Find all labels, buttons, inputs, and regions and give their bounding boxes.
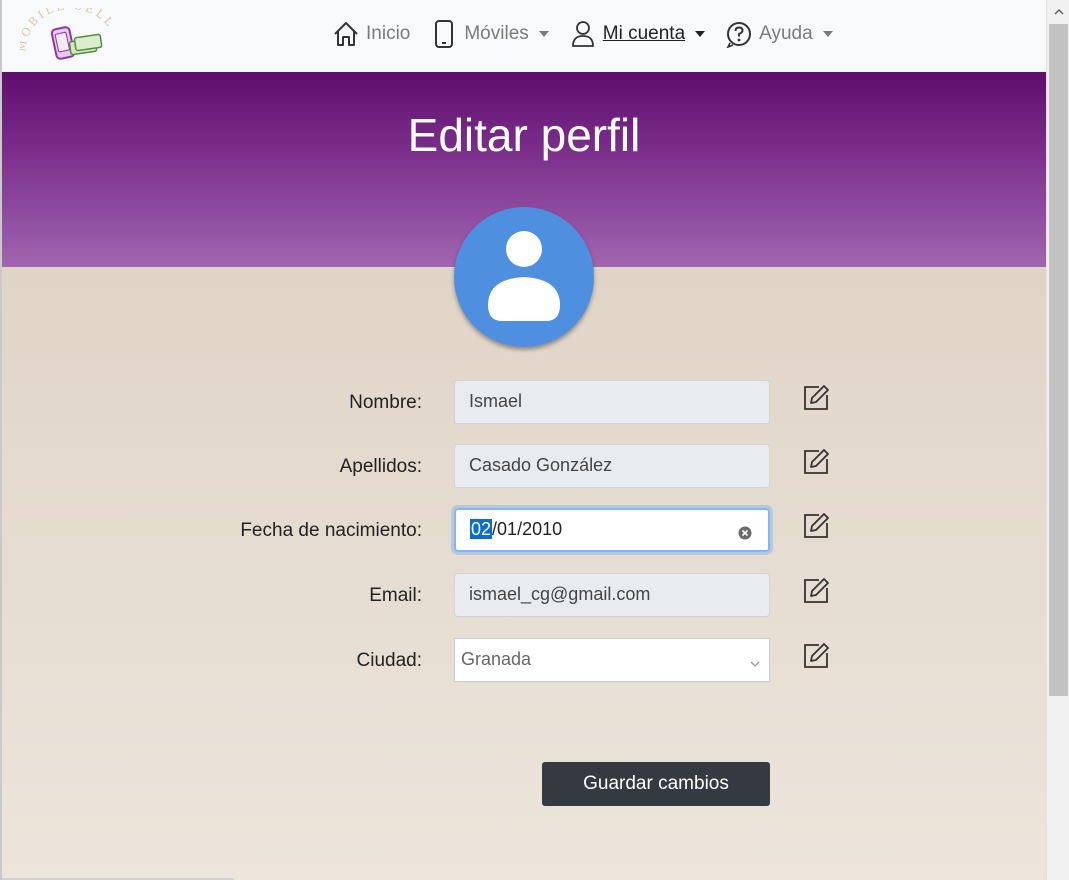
nav-item-moviles[interactable]: Móviles: [430, 19, 549, 49]
ciudad-label: Ciudad:: [356, 650, 423, 671]
vertical-scrollbar[interactable]: [1046, 0, 1069, 880]
chevron-down-icon: [822, 31, 833, 37]
nav-label-inicio: Inicio: [366, 23, 411, 44]
edit-icon[interactable]: [802, 512, 830, 540]
nav-item-inicio[interactable]: Inicio: [332, 19, 410, 49]
date-year-segment[interactable]: 2010: [522, 519, 562, 539]
fecha-label: Fecha de nacimiento:: [240, 520, 422, 541]
chevron-down-icon: [695, 31, 706, 37]
form-row-email: Email: ismael_cg@gmail.com: [2, 573, 1046, 619]
smartphone-icon: [430, 19, 458, 49]
nav-label-mi-cuenta: Mi cuenta: [602, 23, 686, 44]
chevron-down-icon: [538, 31, 549, 37]
ciudad-selected-value: Granada: [461, 649, 532, 669]
nombre-field[interactable]: Ismael: [454, 380, 770, 424]
edit-icon[interactable]: [802, 384, 830, 412]
question-circle-icon: [725, 19, 753, 49]
user-silhouette-icon: [488, 231, 560, 321]
date-day-segment[interactable]: 02: [470, 519, 493, 539]
main-nav: Inicio Móviles Mi cuenta Ayuda: [332, 19, 853, 49]
nav-label-moviles: Móviles: [464, 23, 529, 44]
person-icon: [569, 19, 597, 49]
avatar: [454, 207, 594, 347]
form-row-apellidos: Apellidos: Casado González: [2, 444, 1046, 490]
house-icon: [332, 19, 360, 49]
form-row-nombre: Nombre: Ismael: [2, 380, 1046, 426]
page-title: Editar perfil: [407, 109, 641, 161]
ciudad-select[interactable]: Granada: [454, 638, 770, 682]
form-row-fecha: Fecha de nacimiento: 02/01/2010: [2, 508, 1046, 554]
scroll-up-arrow-icon[interactable]: [1047, 0, 1069, 23]
scrollbar-thumb[interactable]: [1049, 24, 1068, 696]
email-label: Email:: [369, 585, 422, 606]
apellidos-field[interactable]: Casado González: [454, 444, 770, 488]
edit-icon[interactable]: [802, 642, 830, 670]
browser-viewport: MOBILE SELL Inicio Móviles: [0, 0, 1046, 880]
date-month-segment[interactable]: 01: [497, 519, 517, 539]
chevron-down-icon: [749, 654, 761, 667]
nav-item-mi-cuenta[interactable]: Mi cuenta: [569, 19, 706, 49]
brand-logo[interactable]: MOBILE SELL: [15, 0, 120, 66]
save-button[interactable]: Guardar cambios: [542, 762, 770, 806]
form-row-ciudad: Ciudad: Granada: [2, 638, 1046, 684]
birthdate-field[interactable]: 02/01/2010: [454, 508, 770, 552]
nav-label-ayuda: Ayuda: [759, 23, 813, 44]
email-field[interactable]: ismael_cg@gmail.com: [454, 573, 770, 617]
clear-icon[interactable]: [738, 524, 752, 540]
apellidos-label: Apellidos:: [339, 456, 422, 477]
edit-icon[interactable]: [802, 448, 830, 476]
nav-item-ayuda[interactable]: Ayuda: [725, 19, 833, 49]
edit-icon[interactable]: [802, 577, 830, 605]
nombre-label: Nombre:: [349, 392, 422, 413]
navbar: MOBILE SELL Inicio Móviles: [2, 0, 1046, 72]
